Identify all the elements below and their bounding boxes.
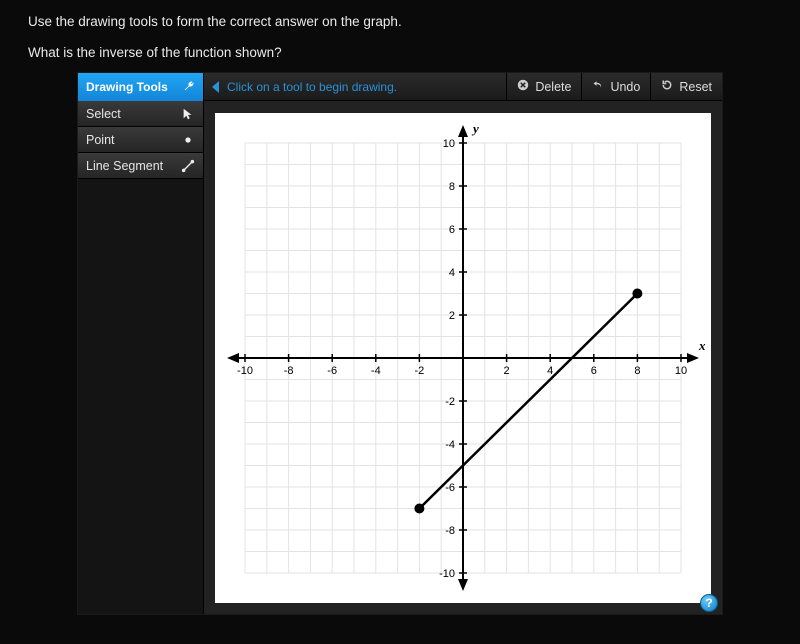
tool-panel: Select Point Line Segment <box>78 101 204 614</box>
delete-icon <box>517 79 529 94</box>
svg-text:-8: -8 <box>284 365 294 377</box>
svg-text:-2: -2 <box>415 365 425 377</box>
graph-widget: Drawing Tools Click on a tool to begin d… <box>77 72 723 615</box>
tool-select[interactable]: Select <box>78 101 203 127</box>
page: Use the drawing tools to form the correc… <box>0 0 800 615</box>
hint-text: Click on a tool to begin drawing. <box>227 80 397 94</box>
reset-button[interactable]: Reset <box>650 73 722 100</box>
instruction-text: Use the drawing tools to form the correc… <box>28 14 772 29</box>
line-segment-icon <box>181 159 195 173</box>
question-text: What is the inverse of the function show… <box>28 45 772 60</box>
svg-text:6: 6 <box>449 224 455 236</box>
svg-text:8: 8 <box>449 181 455 193</box>
delete-button[interactable]: Delete <box>506 73 581 100</box>
svg-text:10: 10 <box>443 138 455 150</box>
widget-body: Select Point Line Segment -10 -8 -6 -4 -2 2 4 6… <box>78 101 722 614</box>
undo-icon <box>592 79 604 94</box>
svg-text:-6: -6 <box>327 365 337 377</box>
hint-bar: Click on a tool to begin drawing. <box>204 73 506 100</box>
graph-canvas[interactable]: -10 -8 -6 -4 -2 2 4 6 8 10 -10 -8 -6 -4 -2 2 4 6 8 10 x y ? <box>204 101 722 614</box>
tool-line-segment-label: Line Segment <box>86 159 163 173</box>
tool-point-label: Point <box>86 133 115 147</box>
tool-point[interactable]: Point <box>78 127 203 153</box>
svg-text:-10: -10 <box>237 365 253 377</box>
svg-text:4: 4 <box>449 267 455 279</box>
svg-text:2: 2 <box>449 310 455 322</box>
triangle-left-icon <box>212 81 219 93</box>
coordinate-plot[interactable]: -10 -8 -6 -4 -2 2 4 6 8 10 -10 -8 -6 -4 -2 2 4 6 8 10 x y <box>215 113 711 603</box>
svg-text:10: 10 <box>675 365 687 377</box>
reset-icon <box>661 79 673 94</box>
action-buttons: Delete Undo Reset <box>506 73 722 100</box>
svg-text:6: 6 <box>591 365 597 377</box>
tool-select-label: Select <box>86 107 121 121</box>
svg-text:-2: -2 <box>445 396 455 408</box>
svg-text:4: 4 <box>547 365 553 377</box>
help-button[interactable]: ? <box>700 594 718 612</box>
cursor-icon <box>181 107 195 121</box>
svg-text:-6: -6 <box>445 482 455 494</box>
point-icon <box>181 133 195 147</box>
reset-label: Reset <box>679 80 712 94</box>
wrench-icon <box>183 80 195 95</box>
topbar: Drawing Tools Click on a tool to begin d… <box>78 73 722 101</box>
drawing-tools-label: Drawing Tools <box>86 80 168 94</box>
undo-button[interactable]: Undo <box>581 73 650 100</box>
svg-text:-8: -8 <box>445 525 455 537</box>
delete-label: Delete <box>535 80 571 94</box>
svg-text:x: x <box>698 338 706 353</box>
tool-line-segment[interactable]: Line Segment <box>78 153 203 179</box>
svg-text:-4: -4 <box>445 439 455 451</box>
svg-text:-4: -4 <box>371 365 381 377</box>
svg-text:8: 8 <box>634 365 640 377</box>
svg-text:2: 2 <box>504 365 510 377</box>
drawing-tools-header: Drawing Tools <box>78 73 204 101</box>
undo-label: Undo <box>610 80 640 94</box>
svg-text:-10: -10 <box>439 568 455 580</box>
svg-text:y: y <box>471 121 479 136</box>
